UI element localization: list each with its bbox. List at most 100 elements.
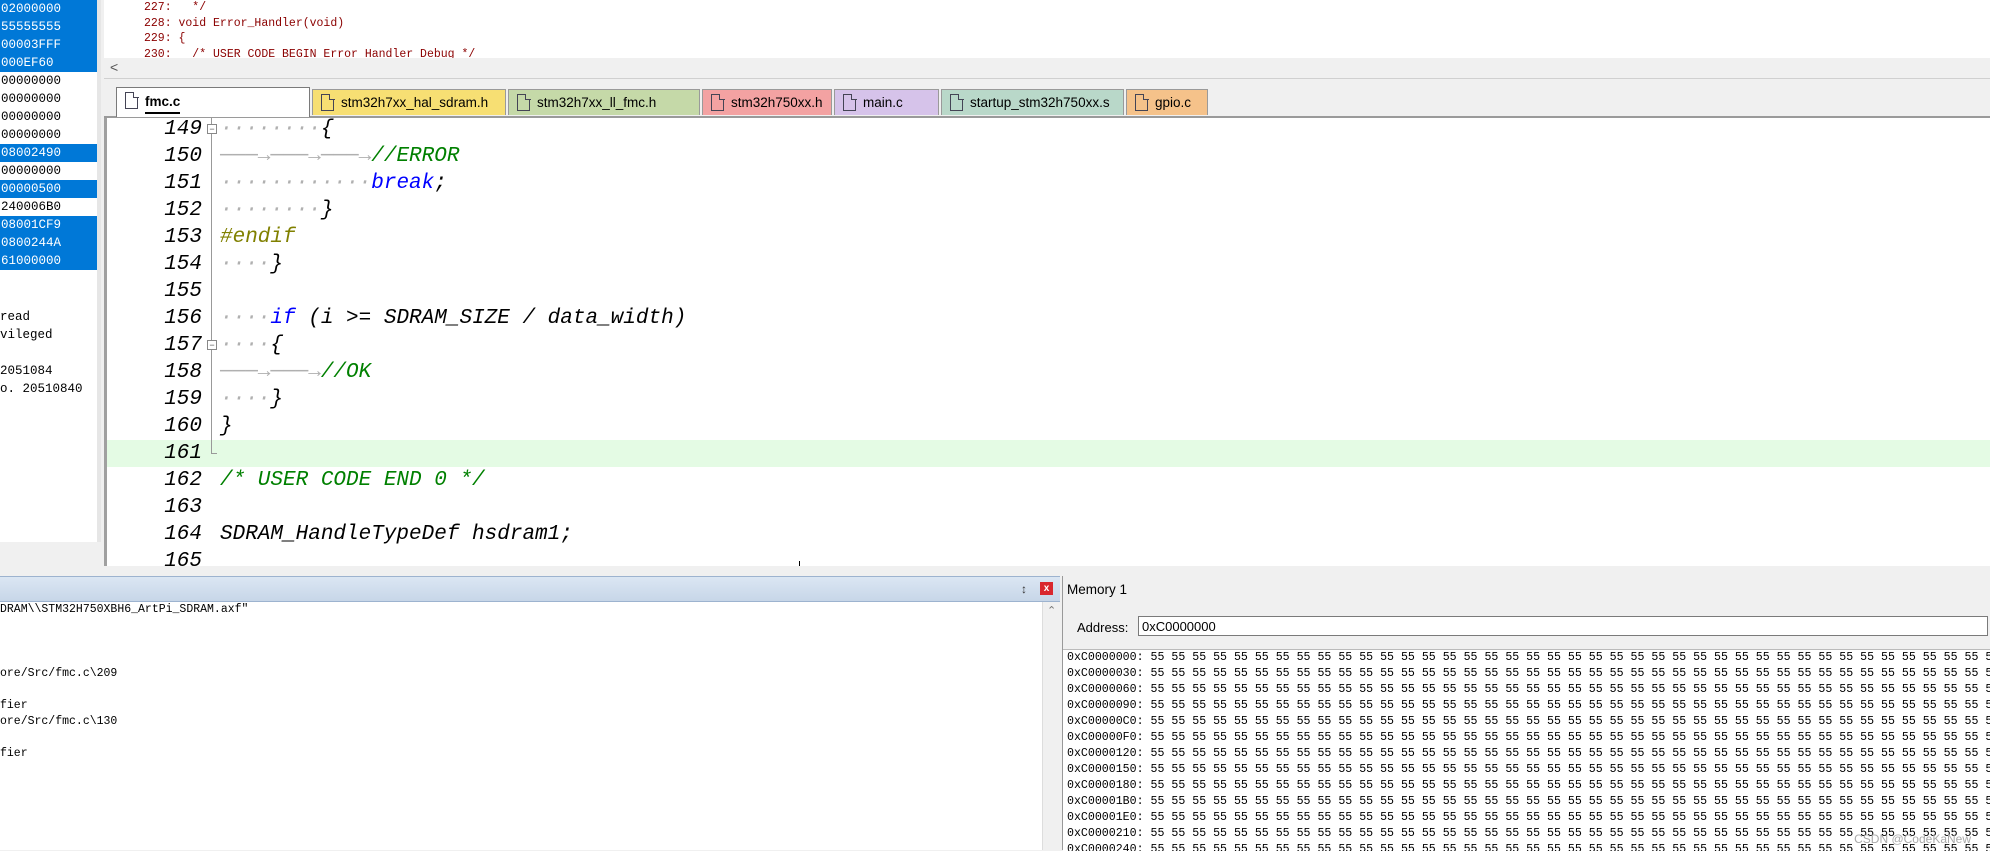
- keyword-token: break: [371, 172, 435, 195]
- command-output-line: fier: [0, 747, 28, 760]
- code-line[interactable]: 151 ············break;: [107, 170, 1990, 197]
- code-line[interactable]: 149− ········{: [107, 118, 1990, 143]
- code-line[interactable]: 154 ····}: [107, 251, 1990, 278]
- code-line[interactable]: 156 ····if (i >= SDRAM_SIZE / data_width): [107, 305, 1990, 332]
- memory-row[interactable]: 0xC0000120: 55 55 55 55 55 55 55 55 55 5…: [1063, 746, 1990, 762]
- line-number: 157: [164, 334, 202, 357]
- tab-stm32h7xx-ll-fmc-h[interactable]: stm32h7xx_ll_fmc.h: [508, 89, 700, 115]
- disassembly-line[interactable]: 227: */: [144, 0, 475, 16]
- memory-bytes: 55 55 55 55 55 55 55 55 55 55 55 55 55 5…: [1150, 763, 1990, 776]
- code-line[interactable]: 162 /* USER CODE END 0 */: [107, 467, 1990, 494]
- disassembly-line[interactable]: 229: {: [144, 31, 475, 47]
- code-token: ;: [434, 172, 447, 195]
- fold-line: [211, 251, 212, 278]
- code-line[interactable]: 158 ───→───→//OK: [107, 359, 1990, 386]
- tab-gpio-c[interactable]: gpio.c: [1126, 89, 1208, 115]
- memory-row[interactable]: 0xC00001B0: 55 55 55 55 55 55 55 55 55 5…: [1063, 794, 1990, 810]
- close-icon[interactable]: x: [1040, 582, 1053, 595]
- register-value[interactable]: 08002490: [0, 144, 97, 162]
- code-line[interactable]: 155: [107, 278, 1990, 305]
- memory-address: 0xC0000090:: [1067, 699, 1144, 712]
- memory-row[interactable]: 0xC00000F0: 55 55 55 55 55 55 55 55 55 5…: [1063, 730, 1990, 746]
- line-number: 150: [164, 145, 202, 168]
- code-line[interactable]: 152 ········}: [107, 197, 1990, 224]
- memory-row[interactable]: 0xC0000210: 55 55 55 55 55 55 55 55 55 5…: [1063, 826, 1990, 842]
- code-line[interactable]: 157− ····{: [107, 332, 1990, 359]
- tab-startup-stm32h750xx-s[interactable]: startup_stm32h750xx.s: [941, 89, 1124, 115]
- tab-stm32h7xx-hal-sdram-h[interactable]: stm32h7xx_hal_sdram.h: [312, 89, 506, 115]
- memory-bytes: 55 55 55 55 55 55 55 55 55 55 55 55 55 5…: [1150, 683, 1990, 696]
- fold-gutter: [207, 494, 217, 521]
- line-number: 152: [164, 199, 202, 222]
- disassembly-line[interactable]: 228: void Error_Handler(void): [144, 16, 475, 32]
- register-value[interactable]: 00000000: [0, 108, 97, 126]
- code-line[interactable]: 164 SDRAM_HandleTypeDef hsdram1;: [107, 521, 1990, 548]
- address-input[interactable]: [1138, 616, 1988, 636]
- memory-row[interactable]: 0xC0000090: 55 55 55 55 55 55 55 55 55 5…: [1063, 698, 1990, 714]
- scroll-left-icon[interactable]: <: [110, 59, 118, 75]
- code-text: ········}: [220, 197, 333, 224]
- register-value[interactable]: 55555555: [0, 18, 97, 36]
- tab-stm32h750xx-h[interactable]: stm32h750xx.h: [702, 89, 832, 115]
- file-icon: [517, 93, 531, 111]
- registers-scrollbar[interactable]: [97, 0, 101, 542]
- whitespace-marker: ········: [220, 118, 321, 141]
- register-value[interactable]: 000EF60: [0, 54, 97, 72]
- fold-gutter: [207, 413, 217, 440]
- memory-row[interactable]: 0xC00001E0: 55 55 55 55 55 55 55 55 55 5…: [1063, 810, 1990, 826]
- code-line[interactable]: 161: [107, 440, 1990, 467]
- tab-label: main.c: [863, 95, 903, 110]
- code-line[interactable]: 163: [107, 494, 1990, 521]
- register-value[interactable]: 02000000: [0, 0, 97, 18]
- whitespace-marker: ───→───→───→: [220, 145, 372, 168]
- fold-gutter: [207, 251, 217, 278]
- tab-label: stm32h7xx_hal_sdram.h: [341, 95, 489, 110]
- command-output-line: [0, 730, 1042, 746]
- line-number: 159: [164, 388, 202, 411]
- fold-toggle-icon[interactable]: −: [207, 340, 217, 350]
- file-icon: [1135, 93, 1149, 111]
- memory-address: 0xC00001B0:: [1067, 795, 1144, 808]
- memory-row[interactable]: 0xC00000C0: 55 55 55 55 55 55 55 55 55 5…: [1063, 714, 1990, 730]
- code-line[interactable]: 153 #endif: [107, 224, 1990, 251]
- register-value[interactable]: 00000000: [0, 126, 97, 144]
- code-token: }: [220, 415, 233, 438]
- register-value[interactable]: 00000500: [0, 180, 97, 198]
- address-label: Address:: [1077, 620, 1129, 635]
- code-editor[interactable]: 149− ········{150 ───→───→───→//ERROR 151 ··…: [104, 118, 1990, 566]
- code-line[interactable]: 150 ───→───→───→//ERROR: [107, 143, 1990, 170]
- memory-row[interactable]: 0xC0000000: 55 55 55 55 55 55 55 55 55 5…: [1063, 650, 1990, 666]
- memory-window: Memory 1 Address: 0xC0000000: 55 55 55 5…: [1062, 576, 1990, 851]
- text-caret: [799, 561, 800, 566]
- code-text: ············break;: [220, 170, 447, 197]
- register-value[interactable]: 00000000: [0, 90, 97, 108]
- register-value[interactable]: 00000000: [0, 162, 97, 180]
- code-line[interactable]: 165: [107, 548, 1990, 566]
- code-line[interactable]: 160}: [107, 413, 1990, 440]
- tab-fmc-c[interactable]: fmc.c: [116, 87, 310, 117]
- command-output-line: [0, 682, 1042, 698]
- register-value[interactable]: 240006B0: [0, 198, 97, 216]
- register-value[interactable]: 08001CF9: [0, 216, 97, 234]
- fold-gutter: [207, 224, 217, 251]
- command-scrollbar[interactable]: ⌃: [1042, 602, 1061, 850]
- memory-row[interactable]: 0xC0000180: 55 55 55 55 55 55 55 55 55 5…: [1063, 778, 1990, 794]
- memory-row[interactable]: 0xC0000150: 55 55 55 55 55 55 55 55 55 5…: [1063, 762, 1990, 778]
- scroll-up-icon[interactable]: ⌃: [1047, 604, 1056, 617]
- memory-row[interactable]: 0xC0000030: 55 55 55 55 55 55 55 55 55 5…: [1063, 666, 1990, 682]
- code-text: ───→───→───→//ERROR: [220, 143, 459, 170]
- register-value[interactable]: 00003FFF: [0, 36, 97, 54]
- memory-bytes: 55 55 55 55 55 55 55 55 55 55 55 55 55 5…: [1150, 651, 1990, 664]
- fold-gutter: [207, 143, 217, 170]
- register-value[interactable]: 0800244A: [0, 234, 97, 252]
- register-mode-item: [0, 344, 97, 362]
- fold-toggle-icon[interactable]: −: [207, 124, 217, 134]
- register-value[interactable]: 61000000: [0, 252, 97, 270]
- memory-bytes: 55 55 55 55 55 55 55 55 55 55 55 55 55 5…: [1150, 779, 1990, 792]
- disassembly-horizontal-scrollbar[interactable]: <: [104, 58, 1990, 79]
- memory-row[interactable]: 0xC0000060: 55 55 55 55 55 55 55 55 55 5…: [1063, 682, 1990, 698]
- register-value[interactable]: 00000000: [0, 72, 97, 90]
- pin-icon[interactable]: ↕: [1021, 582, 1027, 596]
- tab-main-c[interactable]: main.c: [834, 89, 939, 115]
- code-line[interactable]: 159 ····}: [107, 386, 1990, 413]
